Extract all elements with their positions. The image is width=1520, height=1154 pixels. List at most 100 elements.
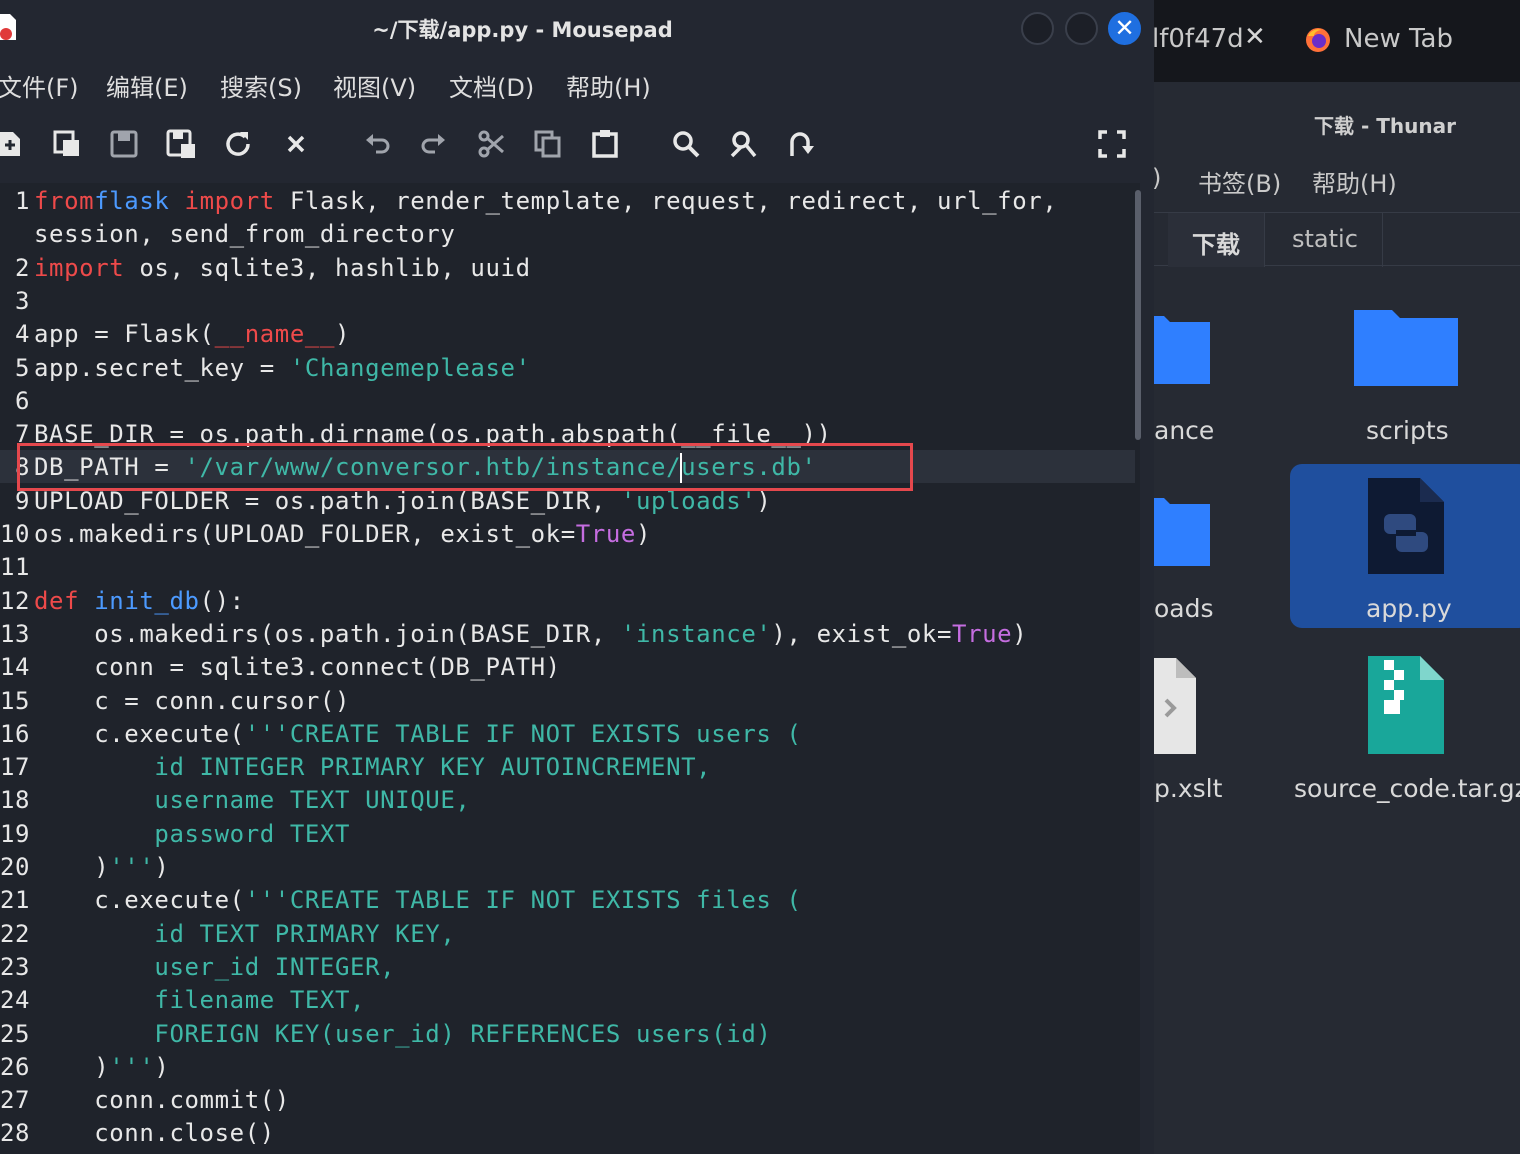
code-line: 17 id INTEGER PRIMARY KEY AUTOINCREMENT, (0, 753, 711, 786)
code-line: 27 conn.commit() (0, 1086, 290, 1119)
code-line: 5 app.secret_key = 'Changemeplease' (0, 354, 531, 387)
code-token: conn.close() (34, 1119, 275, 1148)
line-number: 4 (14, 320, 30, 349)
code-token: '''CREATE TABLE IF NOT EXISTS users ( (244, 719, 802, 748)
goto-icon[interactable] (784, 128, 816, 160)
folder-icon[interactable] (1154, 310, 1210, 386)
xml-file-icon[interactable] (1154, 656, 1198, 756)
code-token: import (34, 253, 125, 282)
copy-icon[interactable] (532, 128, 564, 160)
code-token: conn.commit() (34, 1086, 290, 1115)
code-token: os, sqlite3, hashlib, uuid (124, 253, 531, 282)
code-token: c.execute( (34, 719, 245, 748)
browser-tab-bar: lf0f47d ✕ New Tab (1154, 0, 1520, 82)
code-line: 24 filename TEXT, (0, 986, 365, 1019)
cut-icon[interactable] (475, 128, 507, 160)
redo-icon[interactable] (417, 128, 449, 160)
code-token: def (34, 586, 80, 615)
window-title: ~/下载/app.py - Mousepad (372, 18, 673, 42)
code-token: c.execute( (34, 886, 245, 915)
file-label-instance[interactable]: ance (1154, 416, 1214, 445)
code-token: id INTEGER PRIMARY KEY AUTOINCREMENT, (34, 753, 712, 782)
menu-document[interactable]: 文档(D) (449, 68, 534, 103)
thunar-menu-bookmarks[interactable]: 书签(B) (1198, 164, 1281, 199)
code-line: 1 fromflask import Flask, render_template… (0, 187, 1057, 220)
code-token: True (575, 520, 636, 548)
code-token: init_db (94, 586, 200, 615)
file-label-source-code[interactable]: source_code.tar.gz (1294, 774, 1520, 803)
menu-search[interactable]: 搜索(S) (220, 68, 302, 103)
maximize-button[interactable] (1065, 12, 1098, 45)
line-number: 19 (0, 819, 31, 848)
code-line: 14 conn = sqlite3.connect(DB_PATH) (0, 653, 561, 686)
menu-edit[interactable]: 编辑(E) (106, 68, 188, 103)
code-token: 'Changemeplease' (289, 353, 531, 382)
file-label-scripts[interactable]: scripts (1366, 416, 1449, 445)
thunar-window: 下载 - Thunar ) 书签(B) 帮助(H) 下载 static ance… (1154, 88, 1520, 1154)
breadcrumb-downloads[interactable]: 下载 (1168, 213, 1265, 267)
close-doc-icon[interactable] (280, 128, 312, 160)
minimize-button[interactable] (1021, 12, 1054, 45)
reload-icon[interactable] (222, 128, 254, 160)
toolbar (0, 112, 1154, 176)
code-line: 21 c.execute('''CREATE TABLE IF NOT EXIS… (0, 886, 802, 919)
breadcrumb-static[interactable]: static (1268, 213, 1383, 267)
thunar-menu-help[interactable]: 帮助(H) (1312, 164, 1397, 199)
menu-file[interactable]: 文件(F) (0, 68, 79, 103)
code-line: 4 app = Flask(__name__) (0, 320, 350, 353)
code-line: 19 password TEXT (0, 820, 350, 853)
save-as-icon[interactable] (165, 128, 197, 160)
paste-icon[interactable] (589, 128, 621, 160)
new-window-icon[interactable] (51, 128, 83, 160)
code-token: ) (635, 520, 652, 548)
menu-help[interactable]: 帮助(H) (566, 68, 651, 103)
red-annotation-box (17, 443, 913, 491)
code-token: ) (1012, 619, 1028, 648)
search-icon[interactable] (670, 128, 702, 160)
file-label-uploads[interactable]: oads (1154, 594, 1214, 623)
fullscreen-icon[interactable] (1096, 128, 1128, 160)
line-number: 17 (0, 753, 31, 782)
code-token: __name__ (214, 320, 335, 349)
close-button[interactable]: ✕ (1108, 12, 1141, 45)
thunar-menu-partial[interactable]: ) (1154, 164, 1161, 192)
line-number: 6 (14, 386, 30, 415)
text-cursor (680, 453, 682, 483)
line-number: 18 (0, 786, 31, 815)
code-token: os.makedirs(UPLOAD_FOLDER, exist_ok= (34, 520, 576, 548)
code-line: session, send_from_directory (0, 220, 455, 253)
new-file-icon[interactable] (0, 128, 26, 160)
tab-close-icon[interactable]: ✕ (1244, 22, 1266, 52)
file-label-app-py[interactable]: app.py (1366, 594, 1452, 623)
code-token: ) (154, 853, 170, 881)
replace-icon[interactable] (727, 128, 759, 160)
vertical-scrollbar[interactable] (1135, 190, 1141, 440)
code-line: 3 (0, 287, 34, 320)
menu-view[interactable]: 视图(V) (333, 68, 416, 103)
code-editor[interactable]: 1 fromflask import Flask, render_template… (0, 183, 1140, 1154)
code-line: 9 UPLOAD_FOLDER = os.path.join(BASE_DIR, … (0, 487, 771, 520)
undo-icon[interactable] (362, 128, 394, 160)
menu-bar: 文件(F) 编辑(E) 搜索(S) 视图(V) 文档(D) 帮助(H) (0, 58, 1154, 108)
file-label-xslt[interactable]: p.xslt (1154, 774, 1222, 803)
archive-file-icon[interactable] (1366, 654, 1446, 756)
browser-tab-new[interactable]: New Tab (1344, 24, 1453, 54)
code-token: FOREIGN KEY(user_id) REFERENCES users(id… (34, 1019, 772, 1048)
line-number: 15 (0, 686, 31, 715)
line-number: 12 (0, 586, 31, 615)
code-token: 'instance' (620, 619, 772, 648)
line-number: 21 (0, 886, 31, 915)
code-token: ), exist_ok= (771, 619, 953, 648)
save-icon[interactable] (108, 128, 140, 160)
code-token: app.secret_key = (34, 353, 290, 382)
folder-icon[interactable] (1354, 306, 1458, 386)
code-line: 12 def init_db(): (0, 587, 245, 620)
code-token: c = conn.cursor() (34, 686, 351, 715)
browser-tab-1[interactable]: lf0f47d (1154, 24, 1244, 54)
folder-icon[interactable] (1154, 492, 1210, 568)
line-number: 13 (0, 619, 31, 648)
firefox-icon (1306, 28, 1330, 52)
code-line: 23 user_id INTEGER, (0, 953, 395, 986)
thunar-title: 下载 - Thunar (1314, 114, 1456, 138)
code-token: app = Flask( (34, 320, 215, 349)
